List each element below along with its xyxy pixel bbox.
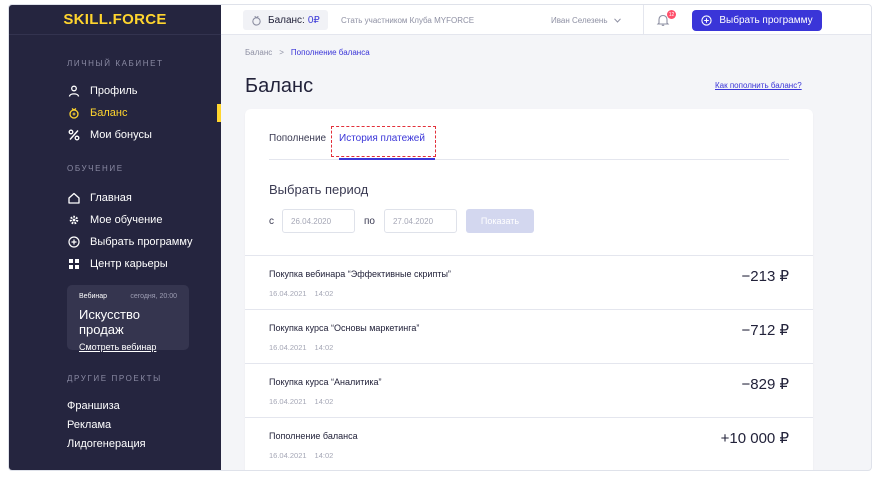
balance-card: Пополнение История платежей Выбрать пери… [245,109,813,470]
link-advertising[interactable]: Реклама [67,419,111,431]
link-lead-generation[interactable]: Лидогенерация [67,438,146,450]
transaction-date: 16.04.2021 [269,343,307,352]
user-icon [67,85,80,98]
transaction-title: Покупка вебинара “Эффективные скрипты” [269,269,451,279]
plus-circle-icon [701,15,713,26]
user-name: Иван Селезень [551,15,608,25]
sidebar-item-label: Мое обучение [90,214,163,226]
transaction-datetime: 16.04.2021 14:02 [269,289,333,298]
transaction-row: Пополнение баланса 16.04.2021 14:02 +10 0… [245,417,813,470]
tab-top-up[interactable]: Пополнение [269,133,326,144]
active-tab-underline [339,158,435,160]
transaction-row: Покупка курса “Основы маркетинга” 16.04.… [245,309,813,363]
sidebar-item-label: Выбрать программу [90,236,193,248]
section-other-title: ДРУГИЕ ПРОЕКТЫ [67,374,162,383]
period-filter: с по Показать [269,209,534,233]
how-to-top-up-link[interactable]: Как пополнить баланс? [715,81,802,90]
balance-chip[interactable]: Баланс: 0₽ [243,10,328,30]
transaction-datetime: 16.04.2021 14:02 [269,397,333,406]
transaction-row: Покупка вебинара “Эффективные скрипты” 1… [245,255,813,309]
sidebar-item-label: Центр карьеры [90,258,168,270]
balance-label: Баланс: [268,14,305,26]
link-franchise[interactable]: Франшиза [67,400,120,412]
sidebar-item-my-learning[interactable]: Мое обучение [67,211,162,229]
to-date-input[interactable] [383,209,457,233]
transaction-row: Покупка курса “Аналитика” 16.04.2021 14:0… [245,363,813,417]
sidebar-item-label: Баланс [90,107,128,119]
transaction-amount: −712 ₽ [741,322,790,339]
transaction-amount: −213 ₽ [741,268,790,285]
from-date-input[interactable] [282,209,355,233]
chevron-down-icon [613,17,621,23]
sidebar-item-choose-program[interactable]: Выбрать программу [67,233,193,251]
sidebar-item-label: Мои бонусы [90,129,152,141]
section-learning-title: ОБУЧЕНИЕ [67,164,124,173]
divider [643,5,644,35]
webinar-date: сегодня, 20:00 [130,293,177,300]
sidebar-item-bonuses[interactable]: Мои бонусы [67,126,152,144]
period-title: Выбрать период [269,182,369,197]
webinar-card: Вебинар сегодня, 20:00 Искусство продаж … [67,285,189,352]
active-indicator [217,104,221,122]
transaction-date: 16.04.2021 [269,289,307,298]
page-title: Баланс [245,75,314,97]
transaction-datetime: 16.04.2021 14:02 [269,451,333,460]
top-bar: Баланс: 0₽ Стать участником Клуба MYFORC… [221,5,871,35]
choose-program-button[interactable]: Выбрать программу [692,10,822,31]
transaction-time: 14:02 [314,343,334,352]
breadcrumb-item[interactable]: Баланс [245,48,272,57]
app-window: SKILL.FORCE ЛИЧНЫЙ КАБИНЕТ Профиль Балан… [8,4,872,471]
transaction-title: Покупка курса “Основы маркетинга” [269,323,420,333]
sidebar-item-label: Профиль [90,85,138,97]
sidebar-item-label: Главная [90,192,132,204]
breadcrumb: Баланс > Пополнение баланса [245,48,370,57]
webinar-title: Искусство продаж [79,307,140,337]
join-club-link[interactable]: Стать участником Клуба MYFORCE [341,5,474,35]
transaction-title: Покупка курса “Аналитика” [269,377,382,387]
sidebar-item-profile[interactable]: Профиль [67,82,138,100]
transaction-date: 16.04.2021 [269,451,307,460]
button-label: Выбрать программу [719,15,813,26]
webinar-tag: Вебинар [79,293,108,300]
sidebar-item-home[interactable]: Главная [67,189,132,207]
plus-circle-icon [67,236,80,249]
sidebar: SKILL.FORCE ЛИЧНЫЙ КАБИНЕТ Профиль Балан… [9,5,221,470]
transaction-amount: +10 000 ₽ [720,430,789,447]
transaction-time: 14:02 [314,451,334,460]
user-menu[interactable]: Иван Селезень [551,5,621,35]
watch-webinar-link[interactable]: Смотреть вебинар [79,342,156,352]
gear-icon [67,214,80,227]
home-icon [67,192,80,205]
wallet-icon [67,107,80,120]
transaction-title: Пополнение баланса [269,431,358,441]
from-label: с [269,215,274,227]
show-button[interactable]: Показать [465,209,534,233]
section-account-title: ЛИЧНЫЙ КАБИНЕТ [67,59,164,68]
wallet-icon [251,15,262,26]
logo[interactable]: SKILL.FORCE [9,5,221,35]
to-label: по [364,215,375,227]
notification-badge: 12 [667,10,676,19]
transaction-datetime: 16.04.2021 14:02 [269,343,333,352]
highlight-box [331,126,436,157]
transaction-time: 14:02 [314,397,334,406]
sidebar-item-balance[interactable]: Баланс [67,104,127,122]
sidebar-item-career-center[interactable]: Центр карьеры [67,255,168,273]
tabs: Пополнение История платежей [269,109,789,160]
transaction-amount: −829 ₽ [741,376,790,393]
transaction-time: 14:02 [314,289,334,298]
percent-icon [67,129,80,142]
breadcrumb-current[interactable]: Пополнение баланса [291,48,370,57]
transaction-date: 16.04.2021 [269,397,307,406]
balance-value: 0₽ [307,14,320,26]
grid-icon [67,258,80,271]
